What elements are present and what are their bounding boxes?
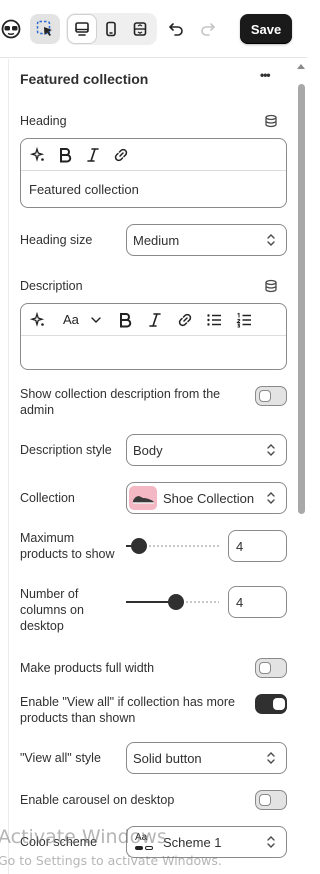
heading-label: Heading [20,114,67,128]
shoe-icon [133,496,154,504]
view-all-label: Enable "View all" if collection has more… [20,695,236,725]
chevron-down-icon[interactable] [87,311,105,329]
carousel-toggle[interactable] [255,790,287,810]
view-all-style-select[interactable]: Solid button [126,742,287,774]
swatch-chip [135,846,143,850]
fullscreen-view-icon[interactable] [125,14,155,44]
description-label: Description [20,279,83,293]
numbered-list-icon[interactable] [235,311,253,329]
undo-icon[interactable] [161,14,191,44]
slider-track [186,601,219,603]
bold-icon[interactable] [116,311,134,329]
bold-icon[interactable] [56,146,74,164]
color-scheme-value: Scheme 1 [163,834,222,850]
heading-size-select[interactable]: Medium [126,224,287,256]
view-all-style-label: "View all" style [20,751,101,765]
select-chevron-icon [267,492,275,504]
columns-desktop-input[interactable]: 4 [228,586,287,618]
toggle-knob [273,698,285,710]
scroll-up-arrow-icon[interactable] [297,64,305,69]
swatch-chip [145,846,153,850]
view-all-style-value: Solid button [133,750,202,766]
description-style-select[interactable]: Body [126,434,287,466]
max-products-label: Maximum products to show [20,531,115,561]
panel-scrollbar[interactable] [297,62,305,874]
heading-size-value: Medium [133,232,180,248]
editor-toolbar: Save [0,0,307,58]
heading-rte-toolbar [21,139,286,171]
italic-icon[interactable] [146,311,164,329]
description-editor[interactable]: Aa [20,303,287,370]
swatch-sample-text: Aa [135,832,148,843]
more-options-button[interactable]: ••• [260,68,271,82]
section-title: Featured collection [20,71,149,87]
toggle-knob [259,390,271,402]
scrollbar-thumb[interactable] [298,84,305,514]
slider-handle[interactable] [168,594,184,610]
collection-thumbnail [129,486,157,510]
carousel-label: Enable carousel on desktop [20,793,175,807]
italic-icon[interactable] [84,146,102,164]
columns-desktop-label: Number of columns on desktop [20,587,84,633]
heading-size-label: Heading size [20,233,93,247]
color-scheme-select[interactable]: Aa Scheme 1 [126,826,287,858]
color-scheme-swatch: Aa [133,831,155,853]
dynamic-source-icon[interactable] [262,112,280,130]
link-icon[interactable] [112,146,130,164]
full-width-toggle[interactable] [255,658,287,678]
collection-value: Shoe Collection [163,490,255,506]
font-style-menu[interactable]: Aa [63,312,79,327]
sparkle-icon[interactable] [29,311,47,329]
select-chevron-icon [267,444,275,456]
description-style-label: Description style [20,443,112,457]
bullet-list-icon[interactable] [205,311,223,329]
select-chevron-icon [267,752,275,764]
save-button[interactable]: Save [240,14,292,44]
inspector-cursor-icon[interactable] [30,14,60,44]
dynamic-source-icon[interactable] [262,277,280,295]
mobile-view-icon[interactable] [96,14,126,44]
redo-icon[interactable] [193,14,223,44]
columns-desktop-slider[interactable] [126,592,219,612]
show-description-label: Show collection description from the adm… [20,387,221,417]
select-chevron-icon [267,234,275,246]
heading-editor[interactable]: Featured collection [20,138,287,208]
full-width-label: Make products full width [20,661,155,675]
slider-track [149,545,219,547]
select-chevron-icon [267,836,275,848]
desktop-view-icon[interactable] [67,14,97,44]
heading-text[interactable]: Featured collection [29,182,139,197]
max-products-slider[interactable] [126,536,219,556]
collection-label: Collection [20,491,75,505]
toggle-knob [259,662,271,674]
max-products-input[interactable]: 4 [228,530,287,562]
description-style-value: Body [133,442,163,458]
slider-handle[interactable] [131,538,147,554]
view-all-toggle[interactable] [255,694,287,714]
toggle-knob [259,794,271,806]
sparkle-icon[interactable] [29,146,47,164]
description-rte-toolbar: Aa [21,304,286,336]
show-description-toggle[interactable] [255,386,287,406]
collection-picker[interactable]: Shoe Collection [126,482,287,514]
app-logo-icon[interactable] [0,14,26,44]
color-scheme-label: Color scheme [20,835,98,849]
link-icon[interactable] [176,311,194,329]
